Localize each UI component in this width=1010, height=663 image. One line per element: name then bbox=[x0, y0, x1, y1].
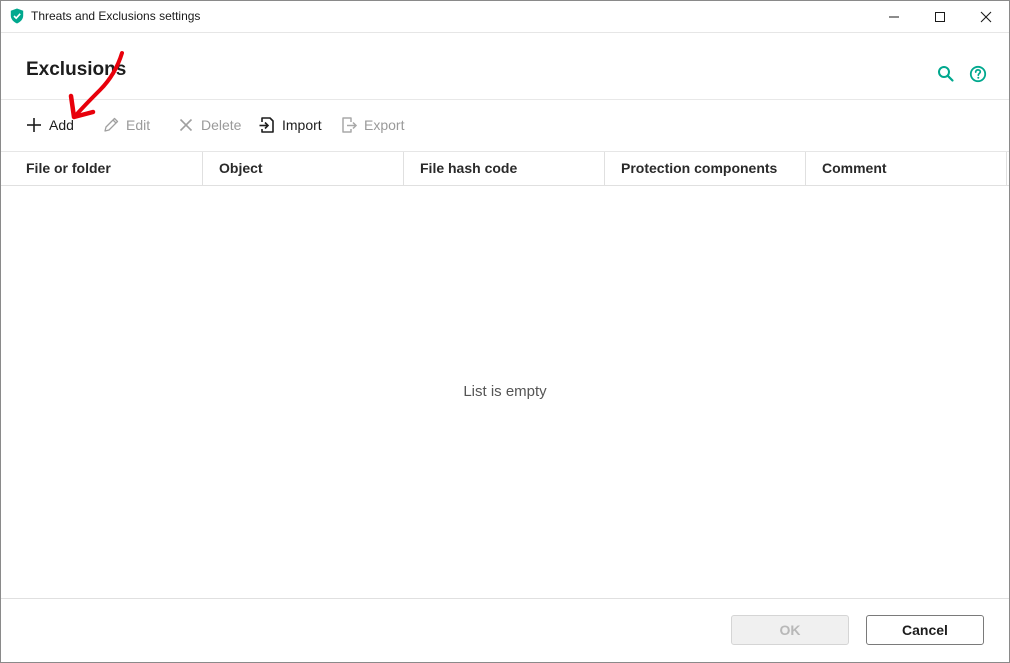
import-button[interactable]: Import bbox=[258, 114, 322, 136]
column-header-comment[interactable]: Comment bbox=[806, 152, 1007, 185]
search-icon[interactable] bbox=[937, 65, 955, 83]
minimize-icon bbox=[889, 16, 899, 17]
column-header-protection-components[interactable]: Protection components bbox=[605, 152, 806, 185]
export-button[interactable]: Export bbox=[340, 114, 404, 136]
edit-button-label: Edit bbox=[126, 117, 151, 133]
delete-button-label: Delete bbox=[201, 117, 242, 133]
help-icon[interactable] bbox=[969, 65, 987, 83]
table-header: File or folder Object File hash code Pro… bbox=[1, 151, 1009, 186]
maximize-icon bbox=[935, 11, 945, 22]
close-button[interactable] bbox=[963, 1, 1009, 32]
footer-divider bbox=[1, 598, 1009, 599]
ok-button[interactable]: OK bbox=[731, 615, 849, 645]
app-shield-icon bbox=[10, 8, 24, 24]
window-title: Threats and Exclusions settings bbox=[31, 9, 201, 23]
import-icon bbox=[259, 117, 274, 133]
delete-x-icon bbox=[179, 118, 193, 132]
settings-window: Threats and Exclusions settings Exclusio… bbox=[0, 0, 1010, 663]
empty-list-message: List is empty bbox=[463, 383, 547, 400]
column-header-object[interactable]: Object bbox=[203, 152, 404, 185]
title-bar: Threats and Exclusions settings bbox=[1, 1, 1009, 33]
add-button[interactable]: Add bbox=[25, 114, 74, 136]
page-title: Exclusions bbox=[26, 59, 127, 80]
maximize-button[interactable] bbox=[917, 1, 963, 32]
import-button-label: Import bbox=[282, 117, 322, 133]
close-icon bbox=[980, 11, 992, 22]
header-divider bbox=[1, 99, 1009, 100]
plus-icon bbox=[27, 118, 41, 132]
minimize-button[interactable] bbox=[871, 1, 917, 32]
delete-button[interactable]: Delete bbox=[177, 114, 241, 136]
export-button-label: Export bbox=[364, 117, 405, 133]
export-icon bbox=[342, 117, 358, 133]
column-header-file-or-folder[interactable]: File or folder bbox=[1, 152, 203, 185]
edit-button[interactable]: Edit bbox=[102, 114, 150, 136]
cancel-button[interactable]: Cancel bbox=[866, 615, 984, 645]
column-header-file-hash-code[interactable]: File hash code bbox=[404, 152, 605, 185]
add-button-label: Add bbox=[49, 117, 74, 133]
pencil-icon bbox=[104, 117, 119, 132]
